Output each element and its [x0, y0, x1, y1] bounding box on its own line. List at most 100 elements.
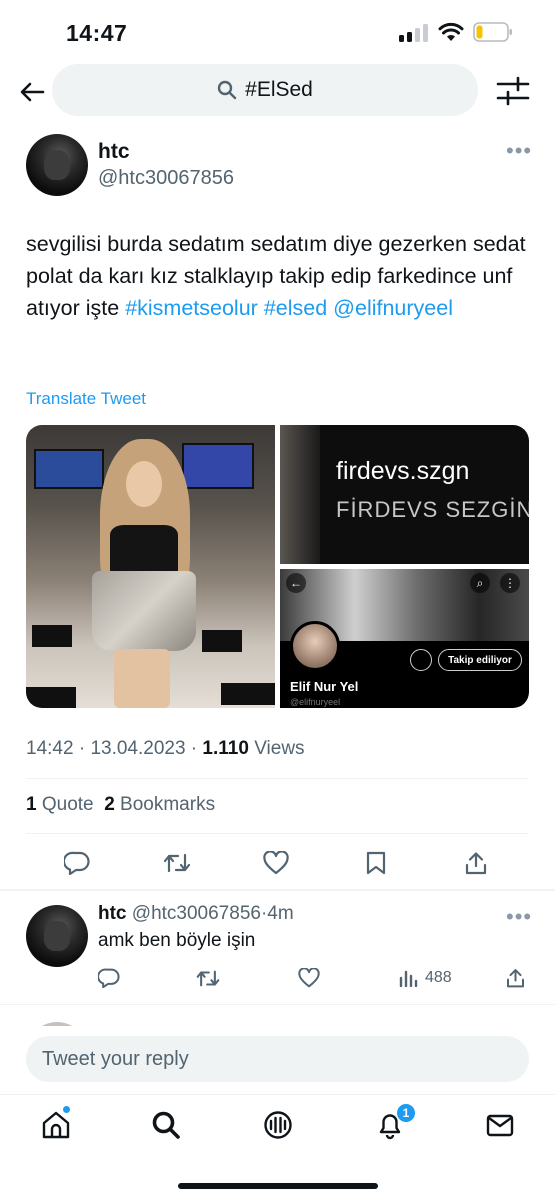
photo-follow-label: Takip ediliyor — [438, 649, 522, 671]
notification-count-badge: 1 — [396, 1103, 416, 1123]
tweet-text: sevgilisi burda sedatım sedatım diye gez… — [26, 228, 531, 324]
reply-author-avatar[interactable] — [26, 905, 88, 967]
reply-author-name[interactable]: htc — [98, 903, 127, 924]
retweet-button[interactable] — [196, 965, 220, 991]
reply-input[interactable] — [26, 1036, 529, 1082]
photo-profile-avatar — [290, 621, 340, 671]
hashtag-link[interactable]: #kismetseolur — [125, 296, 258, 320]
reply-text: amk ben böyle işin — [98, 930, 256, 951]
new-content-badge — [62, 1105, 71, 1114]
tweet-photo[interactable]: ← ⌕ ⋮ Takip ediliyor Elif Nur Yel @elifn… — [280, 569, 529, 708]
photo-detail — [126, 461, 162, 507]
mention-link[interactable]: @elifnuryeel — [333, 296, 453, 320]
reply-composer — [0, 1026, 555, 1094]
tweet-meta: 14:42 · 13.04.2023 · 1.110 Views — [26, 738, 305, 759]
back-button[interactable] — [16, 76, 48, 108]
nav-explore[interactable] — [148, 1107, 184, 1143]
divider — [26, 778, 529, 779]
retweet-icon — [163, 853, 191, 873]
reply-author-handle[interactable]: @htc30067856 — [132, 903, 261, 924]
battery-icon — [473, 22, 512, 42]
like-icon — [263, 851, 289, 875]
photo-detail — [34, 449, 104, 489]
search-header: #ElSed — [0, 64, 555, 118]
back-arrow-icon: ← — [286, 573, 306, 593]
explore-icon — [152, 1111, 180, 1139]
home-icon — [42, 1111, 70, 1139]
retweet-button[interactable] — [162, 848, 192, 878]
like-button[interactable] — [261, 848, 291, 878]
tweet-date: 13.04.2023 — [90, 738, 186, 759]
share-button[interactable] — [506, 965, 525, 991]
search-bar[interactable]: #ElSed — [52, 64, 478, 116]
views-count: 488 — [425, 969, 452, 986]
like-icon — [298, 968, 320, 988]
divider — [0, 1004, 555, 1005]
tweet-actions — [0, 840, 555, 886]
quote-count: 1 — [26, 794, 37, 815]
spaces-icon — [264, 1111, 292, 1139]
reply-button[interactable] — [98, 965, 120, 991]
bookmark-label[interactable]: Bookmarks — [120, 794, 215, 815]
photo-detail — [114, 649, 170, 708]
tweet-time: 14:42 — [26, 738, 74, 759]
views-icon — [399, 970, 418, 987]
more-icon: ⋮ — [500, 573, 520, 593]
author-handle[interactable]: @htc30067856 — [98, 167, 234, 190]
views-label[interactable]: Views — [254, 738, 304, 759]
reply-header: htc @htc30067856·4m — [98, 903, 294, 925]
reply-actions: 488 — [0, 962, 555, 994]
tweet-photo[interactable] — [26, 425, 275, 708]
divider — [0, 889, 555, 891]
author-name[interactable]: htc — [98, 140, 130, 164]
quote-label[interactable]: Quote — [42, 794, 94, 815]
filter-icon[interactable] — [496, 76, 530, 106]
tweet-media-grid: firdevs.szgn FİRDEVS SEZGİN ← ⌕ ⋮ Takip … — [26, 425, 529, 708]
photo-detail — [182, 443, 254, 489]
nav-notifications[interactable]: 1 — [372, 1103, 416, 1143]
more-icon[interactable]: ••• — [506, 904, 532, 930]
photo-detail — [26, 687, 76, 708]
photo-detail — [110, 525, 178, 575]
photo-username: firdevs.szgn — [336, 457, 470, 485]
views-count: 1.110 — [202, 738, 249, 759]
share-button[interactable] — [461, 848, 491, 878]
author-avatar[interactable] — [26, 134, 88, 196]
photo-detail — [221, 683, 275, 705]
retweet-icon — [196, 970, 220, 986]
photo-profile-handle: @elifnuryeel — [290, 697, 341, 707]
more-icon[interactable]: ••• — [506, 138, 532, 164]
photo-detail — [202, 630, 242, 652]
tweet-stats: 1 Quote 2 Bookmarks — [26, 794, 215, 816]
hashtag-link[interactable]: #elsed — [264, 296, 327, 320]
nav-messages[interactable] — [482, 1107, 518, 1143]
messages-icon — [486, 1114, 514, 1137]
share-icon — [465, 852, 487, 875]
status-bar: 14:47 — [0, 0, 555, 64]
photo-detail — [32, 625, 72, 647]
like-button[interactable] — [298, 965, 320, 991]
share-icon — [507, 969, 524, 988]
search-icon: ⌕ — [470, 573, 490, 593]
bookmark-button[interactable] — [361, 848, 391, 878]
reply-icon — [64, 851, 90, 875]
nav-home[interactable] — [38, 1105, 74, 1143]
reply-button[interactable] — [62, 848, 92, 878]
signal-icon — [399, 24, 429, 42]
bookmark-icon — [366, 851, 386, 875]
reply-age: 4m — [267, 903, 294, 924]
divider — [26, 833, 529, 834]
wifi-icon — [438, 22, 464, 41]
nav-spaces[interactable] — [260, 1107, 296, 1143]
reply-icon — [98, 968, 120, 988]
bookmark-count: 2 — [104, 794, 115, 815]
photo-detail — [280, 425, 320, 564]
translate-link[interactable]: Translate Tweet — [26, 389, 146, 409]
views-button[interactable]: 488 — [399, 965, 452, 991]
status-time: 14:47 — [66, 20, 128, 46]
photo-detail — [92, 571, 196, 651]
search-icon — [217, 80, 237, 100]
tweet-photo[interactable]: firdevs.szgn FİRDEVS SEZGİN — [280, 425, 529, 564]
home-indicator — [178, 1183, 378, 1189]
notifications-icon — [410, 649, 432, 671]
